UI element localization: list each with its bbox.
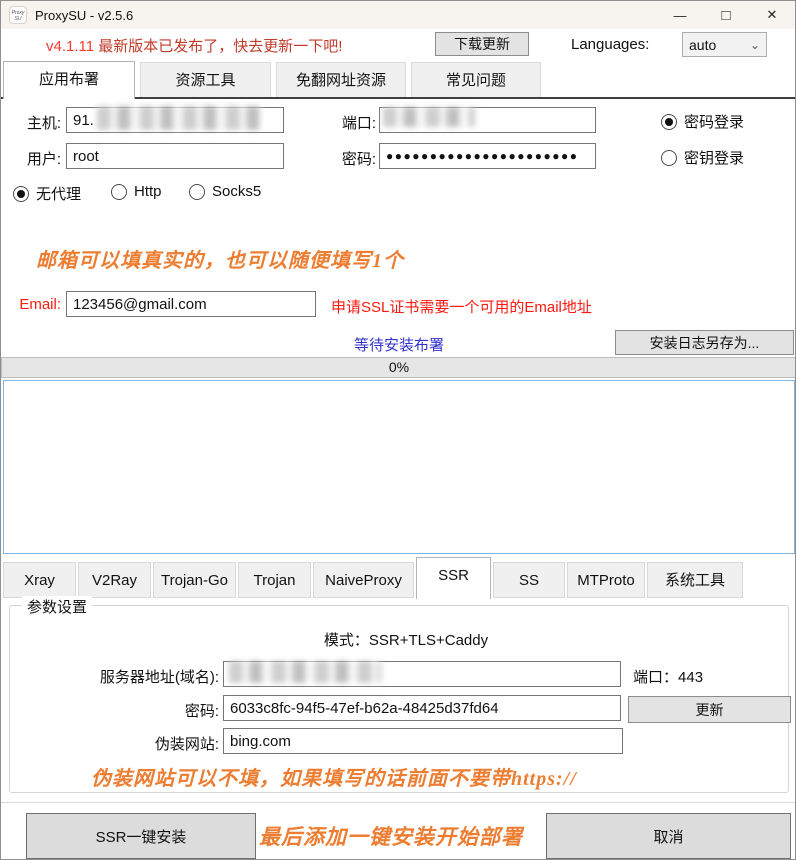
download-update-button[interactable]: 下载更新	[435, 32, 529, 56]
footer-hint-text: 最后添加一键安装开始部署	[259, 821, 523, 851]
ssr-port-value: 443	[678, 669, 703, 686]
cancel-button[interactable]: 取消	[546, 813, 791, 859]
radio-password-login[interactable]: 密码登录	[661, 111, 744, 132]
tab-resource-tools[interactable]: 资源工具	[140, 62, 271, 98]
mode-value: SSR+TLS+Caddy	[369, 632, 488, 649]
user-input[interactable]	[66, 143, 284, 169]
redacted-domain-value	[229, 661, 381, 683]
title-bar: Proxy SU ProxySU - v2.5.6 — □ ✕	[1, 1, 795, 29]
ssr-port-row: 端口：443	[633, 666, 703, 687]
app-icon: Proxy SU	[9, 6, 27, 24]
maximize-icon: □	[721, 7, 730, 24]
key-login-label: 密钥登录	[684, 147, 744, 168]
tab-mtproto[interactable]: MTProto	[567, 562, 645, 598]
minimize-icon: —	[674, 8, 687, 23]
tab-system-tools[interactable]: 系统工具	[647, 562, 743, 598]
radio-selected-icon	[13, 186, 29, 202]
ssr-password-label: 密码:	[61, 700, 219, 721]
camouflage-hint-text: 伪装网站可以不填，如果填写的话前面不要带https://	[91, 762, 577, 791]
ssr-install-button[interactable]: SSR一键安装	[26, 813, 256, 859]
close-icon: ✕	[767, 7, 778, 23]
mode-label: 模式：	[324, 632, 369, 649]
close-button[interactable]: ✕	[749, 1, 795, 29]
proxy-http-label: Http	[134, 183, 162, 200]
tab-app-deploy[interactable]: 应用布署	[3, 61, 135, 99]
tab-ssr[interactable]: SSR	[416, 557, 491, 599]
redacted-host-value	[97, 106, 261, 130]
save-log-button[interactable]: 安装日志另存为...	[615, 330, 794, 355]
maximize-button[interactable]: □	[703, 1, 749, 29]
language-select[interactable]: auto ⌄	[682, 32, 767, 57]
chevron-down-icon: ⌄	[750, 38, 760, 52]
ssr-password-input[interactable]	[223, 695, 621, 721]
mode-row: 模式：SSR+TLS+Caddy	[1, 629, 796, 650]
radio-key-login[interactable]: 密钥登录	[661, 147, 744, 168]
window-controls: — □ ✕	[657, 1, 795, 29]
radio-unselected-icon	[661, 150, 677, 166]
email-input[interactable]	[66, 291, 316, 317]
tab-trojan-go[interactable]: Trojan-Go	[153, 562, 236, 598]
window-title: ProxySU - v2.5.6	[35, 8, 133, 23]
install-log-area[interactable]	[3, 380, 795, 554]
email-label: Email:	[9, 296, 61, 313]
port-label: 端口:	[326, 112, 376, 133]
proxysu-window: Proxy SU ProxySU - v2.5.6 — □ ✕ v4.1.11 …	[0, 0, 796, 860]
radio-unselected-icon	[189, 184, 205, 200]
tab-trojan[interactable]: Trojan	[238, 562, 311, 598]
domain-label: 服务器地址(域名):	[61, 666, 219, 687]
radio-proxy-none[interactable]: 无代理	[13, 183, 81, 204]
proxy-socks5-label: Socks5	[212, 183, 261, 200]
tab-free-urls[interactable]: 免翻网址资源	[276, 62, 406, 98]
tab-v2ray[interactable]: V2Ray	[78, 562, 151, 598]
radio-proxy-socks5[interactable]: Socks5	[189, 183, 261, 200]
update-message: 最新版本已发布了，快去更新一下吧!	[98, 38, 342, 55]
radio-proxy-http[interactable]: Http	[111, 183, 162, 200]
settings-group-title: 参数设置	[22, 596, 92, 617]
update-banner: v4.1.11 最新版本已发布了，快去更新一下吧!	[46, 35, 342, 56]
tab-naiveproxy[interactable]: NaiveProxy	[313, 562, 414, 598]
email-hint-text: 邮箱可以填真实的，也可以随便填写1个	[36, 244, 404, 273]
proxy-none-label: 无代理	[36, 183, 81, 204]
password-login-label: 密码登录	[684, 111, 744, 132]
host-label: 主机:	[9, 112, 61, 133]
new-version-label: v4.1.11	[46, 38, 94, 55]
ssh-password-input[interactable]	[379, 143, 596, 169]
radio-selected-icon	[661, 114, 677, 130]
tab-faq[interactable]: 常见问题	[411, 62, 541, 98]
progress-bar: 0%	[1, 357, 796, 378]
camouflage-input[interactable]	[223, 728, 623, 754]
ssl-email-note: 申请SSL证书需要一个可用的Email地址	[331, 296, 592, 317]
minimize-button[interactable]: —	[657, 1, 703, 29]
tab-ss[interactable]: SS	[493, 562, 565, 598]
ssr-port-label: 端口：	[633, 669, 678, 686]
languages-label: Languages:	[571, 36, 649, 53]
user-label: 用户:	[9, 148, 61, 169]
radio-unselected-icon	[111, 184, 127, 200]
language-selected-value: auto	[689, 37, 716, 53]
camouflage-label: 伪装网站:	[61, 733, 219, 754]
redacted-port-value	[383, 107, 475, 127]
tab-xray[interactable]: Xray	[3, 562, 76, 598]
footer-divider	[1, 802, 796, 803]
update-params-button[interactable]: 更新	[628, 696, 791, 723]
ssh-password-label: 密码:	[326, 148, 376, 169]
